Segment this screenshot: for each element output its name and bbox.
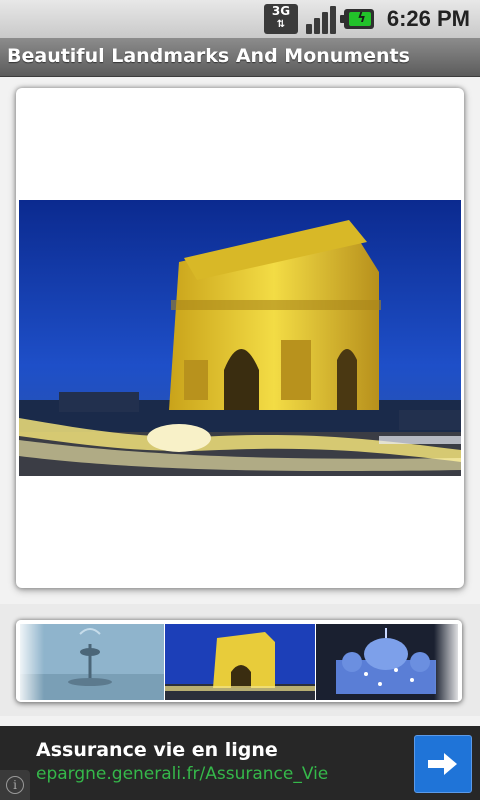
battery-charging-icon: ϟ xyxy=(340,9,374,29)
gallery-fade-right xyxy=(434,620,462,702)
gallery-strip[interactable] xyxy=(16,620,462,702)
ad-url[interactable]: epargne.generali.fr/Assurance_Vie xyxy=(36,764,328,784)
app-title: Beautiful Landmarks And Monuments xyxy=(7,45,410,67)
signal-icon xyxy=(304,4,336,34)
ad-headline[interactable]: Assurance vie en ligne xyxy=(36,739,278,761)
gallery-fade-left xyxy=(16,620,44,702)
ad-info-button[interactable]: i xyxy=(0,770,30,800)
main-image-card[interactable] xyxy=(16,88,464,588)
network-3g-icon: 3G ⇅ xyxy=(264,4,298,34)
main-landmark-image[interactable] xyxy=(19,200,461,476)
gallery-thumbnail-arc-de-triomphe[interactable] xyxy=(165,624,315,700)
status-clock: 6:26 PM xyxy=(386,6,470,31)
arrow-right-icon xyxy=(428,753,457,775)
network-type-label: 3G xyxy=(271,4,291,18)
gallery-strip-container xyxy=(0,604,480,716)
ad-go-button[interactable] xyxy=(414,735,472,793)
status-bar: 3G ⇅ ϟ 6:26 PM xyxy=(0,0,480,39)
app-title-bar: Beautiful Landmarks And Monuments xyxy=(0,38,480,77)
ad-banner[interactable]: Assurance vie en ligne epargne.generali.… xyxy=(0,726,480,800)
info-icon: i xyxy=(6,776,24,794)
